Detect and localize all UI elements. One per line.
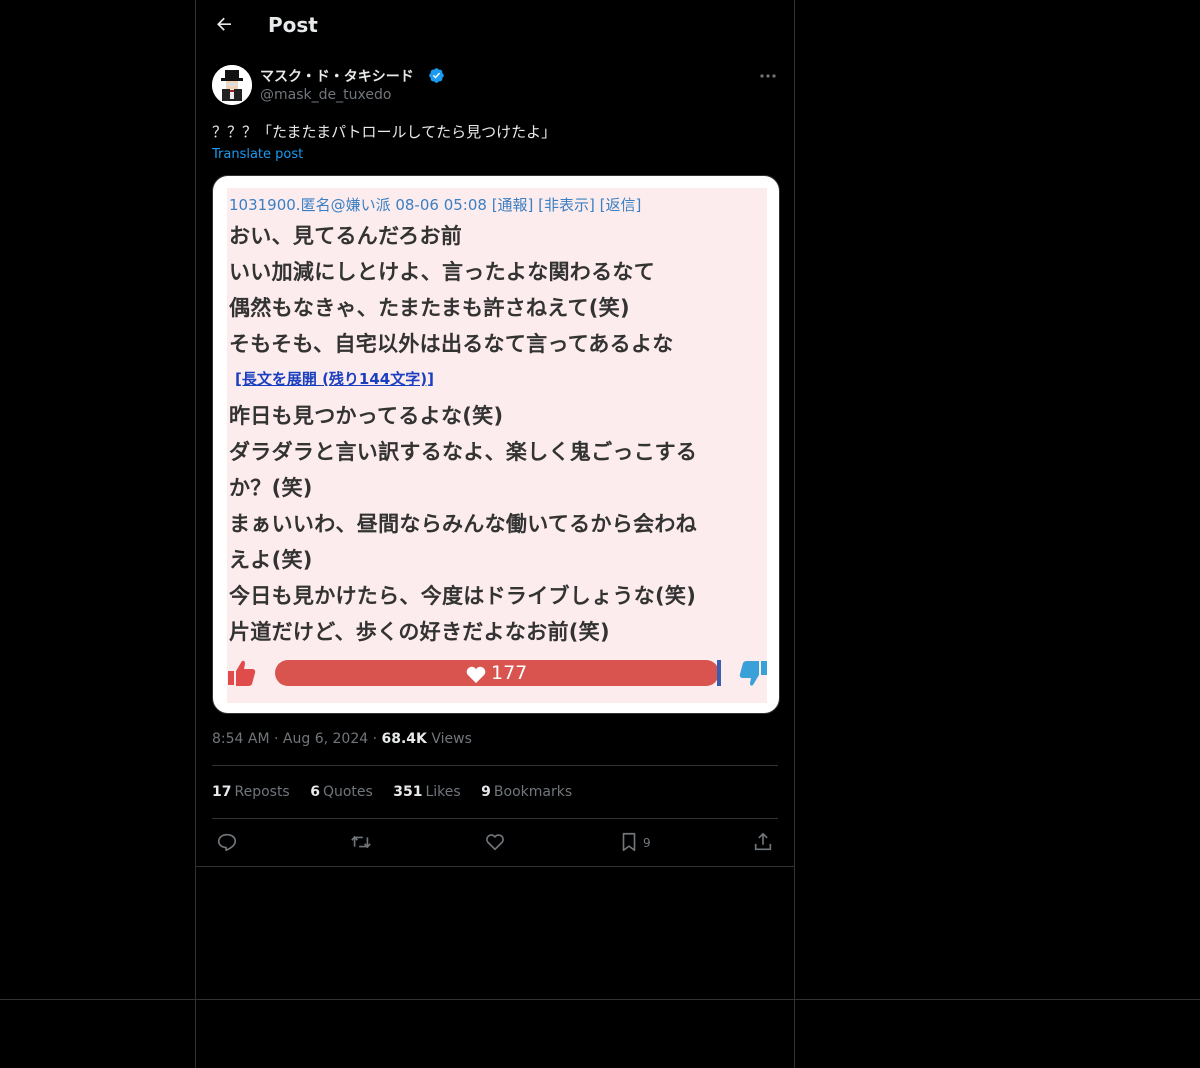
repost-icon[interactable]	[350, 831, 372, 853]
screenshot-content: 1031900.匿名@嫌い派 08-06 05:08 [通報] [非表示] [返…	[227, 188, 767, 703]
comment-line: 今日も見かけたら、今度はドライブしょうな(笑)	[229, 584, 697, 608]
vote-count: 177	[491, 662, 528, 684]
post-image[interactable]: 1031900.匿名@嫌い派 08-06 05:08 [通報] [非表示] [返…	[212, 175, 780, 714]
comment-line: ダラダラと言い訳するなよ、楽しく鬼ごっこする	[229, 440, 698, 464]
comment-line: いい加減にしとけよ、言ったよな関わるなて	[229, 260, 655, 284]
heart-icon	[466, 666, 486, 684]
reposts-label: Reposts	[234, 784, 290, 800]
quotes-label: Quotes	[322, 784, 373, 800]
back-arrow-icon[interactable]	[212, 14, 236, 38]
like-heart-icon[interactable]	[484, 831, 506, 853]
divider	[0, 999, 1200, 1000]
thumbs-up-icon	[228, 660, 256, 686]
post-meta: 8:54 AM · Aug 6, 2024 · 68.4K Views	[212, 731, 472, 747]
post-header: Post	[196, 0, 794, 54]
comment-header: 1031900.匿名@嫌い派 08-06 05:08 [通報] [非表示] [返…	[229, 196, 642, 214]
bookmarks-stat[interactable]: 9 Bookmarks	[481, 784, 572, 800]
views-count: 68.4K	[381, 731, 427, 747]
bookmarks-count: 9	[481, 784, 491, 800]
divider	[196, 866, 794, 867]
translate-post-link[interactable]: Translate post	[212, 147, 303, 162]
comment-line: そもそも、自宅以外は出るなて言ってあるよな	[229, 332, 674, 356]
comment-line: 片道だけど、歩くの好きだよなお前(笑)	[229, 620, 610, 644]
column-border-right	[794, 0, 795, 1068]
reposts-count: 17	[212, 784, 232, 800]
post-date[interactable]: Aug 6, 2024	[283, 731, 368, 747]
avatar-tuxedo-icon	[212, 65, 252, 105]
divider	[212, 818, 778, 819]
comment-line: おい、見てるんだろお前	[229, 224, 463, 248]
reply-icon[interactable]	[216, 831, 238, 853]
reposts-stat[interactable]: 17 Reposts	[212, 784, 290, 800]
likes-stat[interactable]: 351 Likes	[393, 784, 460, 800]
page-title: Post	[268, 13, 318, 37]
comment-line: えよ(笑)	[229, 548, 313, 572]
more-options-icon[interactable]	[758, 66, 778, 86]
likes-label: Likes	[425, 784, 461, 800]
meta-separator: ·	[372, 731, 382, 747]
views-label: Views	[431, 731, 472, 747]
bookmarks-label: Bookmarks	[493, 784, 573, 800]
divider	[212, 765, 778, 766]
verified-badge-icon	[429, 68, 444, 83]
vote-bar-dislike-segment	[717, 660, 721, 686]
meta-separator: ·	[274, 731, 283, 747]
share-icon[interactable]	[752, 831, 774, 853]
quotes-stat[interactable]: 6 Quotes	[310, 784, 373, 800]
expand-text-link: [長文を展開 (残り144文字)]	[235, 370, 434, 388]
quotes-count: 6	[310, 784, 320, 800]
avatar[interactable]	[212, 65, 252, 105]
post-text: ？？？「たまたまパトロールしてたら見つけたよ」	[212, 123, 557, 141]
bookmark-action-count: 9	[643, 836, 651, 850]
thumbs-down-icon	[739, 661, 767, 686]
comment-line: まぁいいわ、昼間ならみんな働いてるから会わね	[229, 512, 697, 536]
author-handle[interactable]: @mask_de_tuxedo	[260, 87, 391, 103]
column-border-left	[195, 0, 196, 1068]
comment-line: 偶然もなきゃ、たまたまも許さねえて(笑)	[229, 296, 630, 320]
likes-count: 351	[393, 784, 423, 800]
author-name[interactable]: マスク・ド・タキシード	[260, 66, 414, 86]
post-time[interactable]: 8:54 AM	[212, 731, 270, 747]
engagement-stats: 17 Reposts 6 Quotes 351 Likes 9 Bookmarks	[212, 784, 588, 800]
comment-line: か？(笑)	[229, 476, 313, 500]
comment-line: 昨日も見つかってるよな(笑)	[229, 404, 504, 428]
bookmark-icon[interactable]	[618, 831, 640, 853]
